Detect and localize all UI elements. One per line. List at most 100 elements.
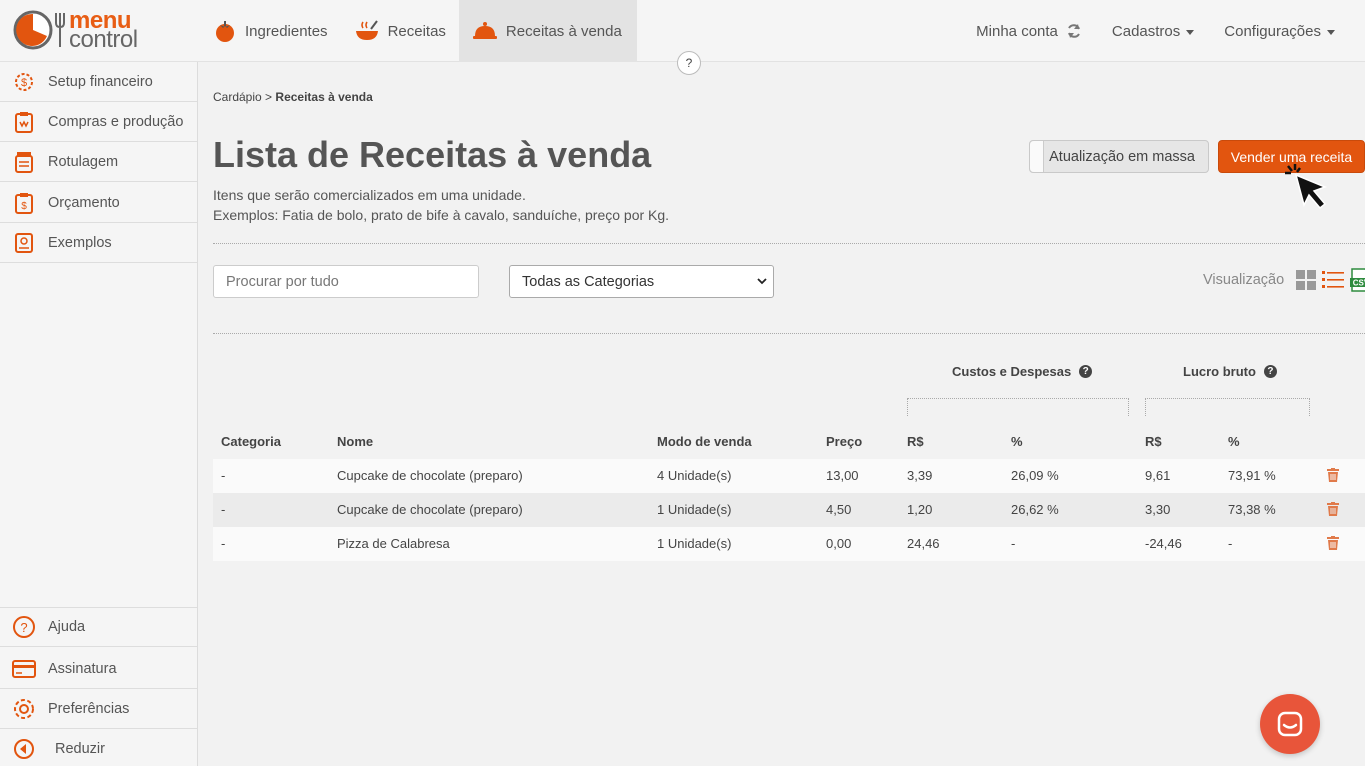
nav-receitas-label: Receitas <box>387 22 446 40</box>
sidebar-item-exemplos[interactable]: Exemplos <box>0 223 197 263</box>
col-header-custo-rs[interactable]: R$ <box>907 434 924 449</box>
divider <box>213 243 1365 244</box>
group-costs-label: Custos e Despesas <box>952 364 1072 379</box>
refresh-icon <box>1067 24 1080 38</box>
sidebar-item-reduzir[interactable]: Reduzir <box>0 729 197 766</box>
nav-receitas[interactable]: Receitas <box>341 0 459 62</box>
col-header-lucro-pct[interactable]: % <box>1228 434 1240 449</box>
col-header-custo-pct[interactable]: % <box>1011 434 1023 449</box>
svg-text:?: ? <box>20 620 27 635</box>
col-header-lucro-rs[interactable]: R$ <box>1145 434 1162 449</box>
cell-custo-pct: 26,09 % <box>1011 468 1059 483</box>
question-icon[interactable]: ? <box>1263 365 1277 378</box>
col-header-preco[interactable]: Preço <box>826 434 862 449</box>
sidebar-item-orcamento[interactable]: $ Orçamento <box>0 183 197 223</box>
nav-minha-conta[interactable]: Minha conta <box>976 23 1082 40</box>
view-switcher: Visualização CSV <box>1203 268 1365 292</box>
cell-lucro-rs: 9,61 <box>1145 468 1171 483</box>
trash-icon[interactable] <box>1327 536 1339 550</box>
cell-modo: 1 Unidade(s) <box>657 502 732 517</box>
cell-categoria: - <box>221 536 226 551</box>
svg-text:$: $ <box>21 77 27 89</box>
logo-line2: control <box>69 26 138 53</box>
csv-label: CSV <box>1353 279 1365 288</box>
cell-preco: 4,50 <box>826 502 852 517</box>
table-row[interactable]: - Cupcake de chocolate (preparo) 1 Unida… <box>213 493 1365 527</box>
sidebar: $ Setup financeiro Compras e produção Ro… <box>0 62 198 766</box>
table-row[interactable]: - Pizza de Calabresa 1 Unidade(s) 0,00 2… <box>213 527 1365 561</box>
budget-clipboard-icon: $ <box>15 192 33 214</box>
bowl-icon <box>355 20 378 40</box>
cell-modo: 4 Unidade(s) <box>657 468 732 483</box>
tomato-icon <box>216 21 234 42</box>
sidebar-item-setup-financeiro[interactable]: $ Setup financeiro <box>0 62 197 102</box>
sidebar-item-preferencias[interactable]: Preferências <box>0 689 197 729</box>
brand-logo[interactable]: menu control <box>13 9 138 53</box>
cell-lucro-rs: 3,30 <box>1145 502 1171 517</box>
mass-update-button[interactable]: Atualização em massa <box>1029 140 1209 173</box>
sidebar-item-compras-producao[interactable]: Compras e produção <box>0 102 197 142</box>
cloche-icon <box>472 22 497 39</box>
table-row[interactable]: - Cupcake de chocolate (preparo) 4 Unida… <box>213 459 1365 493</box>
page-help-button[interactable]: ? <box>677 51 701 75</box>
trash-icon[interactable] <box>1327 502 1339 516</box>
category-select-value: Todas as Categorias <box>522 273 655 290</box>
category-select[interactable]: Todas as Categorias <box>509 265 774 298</box>
nav-configuracoes-label: Configurações <box>1224 22 1321 40</box>
csv-export-icon[interactable]: CSV <box>1350 268 1365 292</box>
cell-lucro-rs: -24,46 <box>1145 536 1182 551</box>
cell-lucro-pct: 73,38 % <box>1228 502 1276 517</box>
group-bracket-costs <box>907 398 1129 416</box>
col-header-modo[interactable]: Modo de venda <box>657 434 752 449</box>
collapse-icon <box>14 739 34 759</box>
col-header-categoria[interactable]: Categoria <box>221 434 281 449</box>
group-header-profit: Lucro bruto ? <box>1183 364 1277 379</box>
cell-categoria: - <box>221 502 226 517</box>
cell-nome[interactable]: Cupcake de chocolate (preparo) <box>337 493 523 527</box>
sidebar-item-label: Ajuda <box>48 619 86 635</box>
nav-ingredientes[interactable]: Ingredientes <box>200 0 341 62</box>
sidebar-item-label: Setup financeiro <box>48 73 153 90</box>
clipboard-icon <box>15 111 33 133</box>
nav-receitas-a-venda[interactable]: Receitas à venda <box>458 0 637 62</box>
search-input[interactable] <box>213 265 479 298</box>
cell-custo-pct: 26,62 % <box>1011 502 1059 517</box>
chat-launcher-button[interactable] <box>1260 694 1320 754</box>
cell-lucro-pct: - <box>1228 536 1233 551</box>
cell-lucro-pct: 73,91 % <box>1228 468 1276 483</box>
page-subtitle-line1: Itens que serão comercializados em uma u… <box>213 187 526 203</box>
jar-icon <box>15 151 33 173</box>
grid-view-icon[interactable] <box>1296 270 1317 290</box>
chat-icon <box>1277 711 1303 737</box>
page-subtitle: Itens que serão comercializados em uma u… <box>213 185 669 225</box>
page-subtitle-line2: Exemplos: Fatia de bolo, prato de bife à… <box>213 207 670 223</box>
nav-right: Minha conta Cadastros Configurações <box>946 0 1335 62</box>
nav-cadastros[interactable]: Cadastros <box>1111 22 1195 40</box>
example-icon <box>15 232 33 253</box>
divider <box>213 333 1365 334</box>
sidebar-item-rotulagem[interactable]: Rotulagem <box>0 142 197 182</box>
cell-nome[interactable]: Pizza de Calabresa <box>337 527 450 561</box>
question-icon[interactable]: ? <box>1079 365 1093 378</box>
view-label: Visualização <box>1203 272 1285 288</box>
sidebar-item-assinatura[interactable]: Assinatura <box>0 649 197 689</box>
cell-nome[interactable]: Cupcake de chocolate (preparo) <box>337 459 523 493</box>
cell-custo-rs: 24,46 <box>907 536 940 551</box>
cell-preco: 0,00 <box>826 536 852 551</box>
gear-icon <box>14 698 34 719</box>
col-header-nome[interactable]: Nome <box>337 434 373 449</box>
svg-text:$: $ <box>21 201 27 212</box>
list-view-icon[interactable] <box>1322 270 1345 290</box>
cell-modo: 1 Unidade(s) <box>657 536 732 551</box>
nav-configuracoes[interactable]: Configurações <box>1224 23 1335 40</box>
group-bracket-profit <box>1145 398 1310 416</box>
cell-custo-rs: 1,20 <box>907 502 933 517</box>
sidebar-item-ajuda[interactable]: ? Ajuda <box>0 607 197 647</box>
trash-icon[interactable] <box>1327 468 1339 482</box>
breadcrumb-parent[interactable]: Cardápio <box>213 90 262 104</box>
sidebar-item-label: Compras e produção <box>48 113 184 130</box>
sidebar-item-label: Assinatura <box>48 660 117 677</box>
sidebar-item-label: Preferências <box>48 700 130 717</box>
dollar-gear-icon: $ <box>15 72 33 91</box>
nav-cadastros-label: Cadastros <box>1111 22 1181 40</box>
